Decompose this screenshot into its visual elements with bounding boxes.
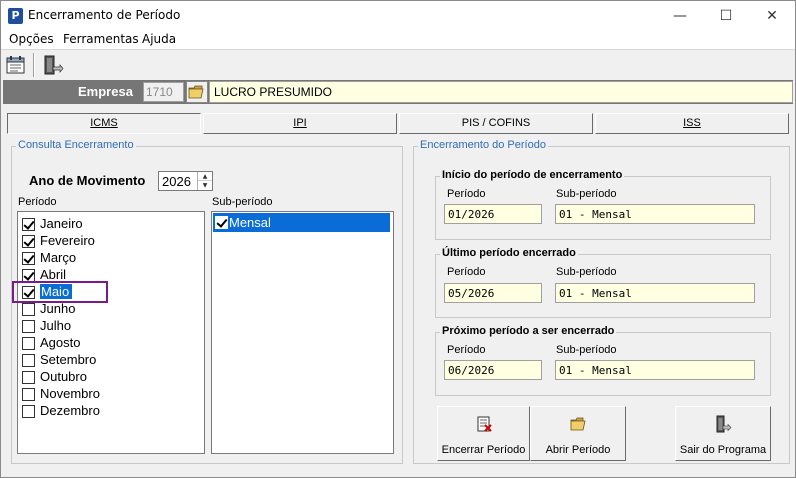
inicio-subperiodo-field[interactable]: 01 - Mensal: [555, 204, 755, 224]
inicio-periodo-label: Período: [447, 188, 486, 200]
highlight-annotation-box: [12, 281, 108, 303]
ultimo-periodo-label: Período: [447, 266, 486, 278]
tab-pis-cofins[interactable]: PIS / COFINS: [399, 113, 593, 134]
stepper-up-icon[interactable]: ▲: [198, 172, 212, 181]
sair-programa-button[interactable]: Sair do Programa: [675, 406, 771, 461]
ano-label: Ano de Movimento: [29, 173, 146, 188]
menu-ajuda[interactable]: Ajuda: [142, 32, 176, 46]
checkbox-unchecked[interactable]: [22, 320, 35, 333]
empresa-label: Empresa: [78, 84, 133, 99]
proximo-subperiodo-field[interactable]: 01 - Mensal: [555, 360, 755, 380]
empresa-open-button[interactable]: [186, 81, 208, 103]
checkbox-checked[interactable]: [22, 218, 35, 231]
empresa-code-field[interactable]: 1710: [143, 82, 184, 102]
abrir-periodo-button[interactable]: Abrir Período: [530, 406, 626, 461]
app-logo-icon: P: [8, 8, 23, 24]
folder-icon: [188, 85, 204, 99]
periodo-list[interactable]: Janeiro Fevereiro Março Abril Maio Junho…: [17, 211, 205, 454]
checkbox-unchecked[interactable]: [22, 371, 35, 384]
encerrar-label: Encerrar Período: [441, 444, 526, 456]
ultimo-subperiodo-label: Sub-período: [556, 266, 617, 278]
checkbox-unchecked[interactable]: [22, 303, 35, 316]
empresa-name-field[interactable]: LUCRO PRESUMIDO: [209, 81, 793, 103]
menu-opcoes[interactable]: Opções: [9, 32, 54, 46]
menu-ferramentas[interactable]: Ferramentas: [63, 32, 139, 46]
ano-stepper-buttons: ▲ ▼: [197, 172, 212, 190]
inicio-periodo-field[interactable]: 01/2026: [444, 204, 542, 224]
inicio-title: Início do período de encerramento: [440, 169, 625, 181]
minimize-button[interactable]: —: [657, 1, 703, 31]
consulta-group-title: Consulta Encerramento: [16, 139, 136, 151]
open-folder-icon: [570, 417, 586, 431]
periodo-label: Período: [18, 196, 57, 208]
subperiodo-label: Sub-período: [212, 196, 273, 208]
proximo-periodo-field[interactable]: 06/2026: [444, 360, 542, 380]
checkbox-unchecked[interactable]: [22, 388, 35, 401]
ultimo-periodo-field[interactable]: 05/2026: [444, 283, 542, 303]
ano-stepper[interactable]: 2026 ▲ ▼: [158, 171, 213, 191]
sair-label: Sair do Programa: [679, 444, 767, 456]
stepper-down-icon[interactable]: ▼: [198, 181, 212, 190]
exit-door-icon: [716, 415, 732, 433]
checkbox-checked[interactable]: [22, 235, 35, 248]
toolbar: [1, 49, 795, 79]
tab-iss[interactable]: ISS: [595, 113, 789, 134]
proximo-subperiodo-label: Sub-período: [556, 344, 617, 356]
toolbar-separator: [33, 53, 35, 77]
window-title: Encerramento de Período: [28, 8, 181, 22]
calendar-icon[interactable]: [4, 53, 28, 77]
ano-value: 2026: [162, 174, 191, 189]
main-window: P Encerramento de Período — ☐ ✕ Opções F…: [0, 0, 796, 478]
list-item-selected[interactable]: Mensal: [213, 213, 390, 232]
proximo-title: Próximo período a ser encerrado: [440, 325, 617, 337]
close-button[interactable]: ✕: [749, 1, 795, 31]
title-bar: P Encerramento de Período — ☐ ✕: [1, 1, 795, 31]
checkbox-checked[interactable]: [22, 252, 35, 265]
encerramento-group-title: Encerramento do Período: [418, 139, 548, 151]
encerrar-periodo-button[interactable]: Encerrar Período: [437, 406, 530, 461]
subperiodo-list[interactable]: Mensal: [211, 211, 394, 454]
tab-ipi[interactable]: IPI: [203, 113, 397, 134]
menu-bar: Opções Ferramentas Ajuda: [1, 31, 795, 49]
inicio-subperiodo-label: Sub-período: [556, 188, 617, 200]
tab-icms[interactable]: ICMS: [7, 113, 201, 134]
ultimo-subperiodo-field[interactable]: 01 - Mensal: [555, 283, 755, 303]
ultimo-title: Último período encerrado: [440, 247, 578, 259]
empresa-bar: Empresa 1710 LUCRO PRESUMIDO: [3, 80, 793, 104]
checkbox-unchecked[interactable]: [22, 337, 35, 350]
proximo-periodo-label: Período: [447, 344, 486, 356]
checkbox-unchecked[interactable]: [22, 405, 35, 418]
checkbox-unchecked[interactable]: [22, 354, 35, 367]
checkbox-checked[interactable]: [215, 216, 228, 229]
maximize-button[interactable]: ☐: [703, 1, 749, 31]
close-period-document-icon: [477, 416, 492, 432]
abrir-label: Abrir Período: [545, 444, 611, 456]
exit-door-icon[interactable]: [40, 53, 64, 77]
